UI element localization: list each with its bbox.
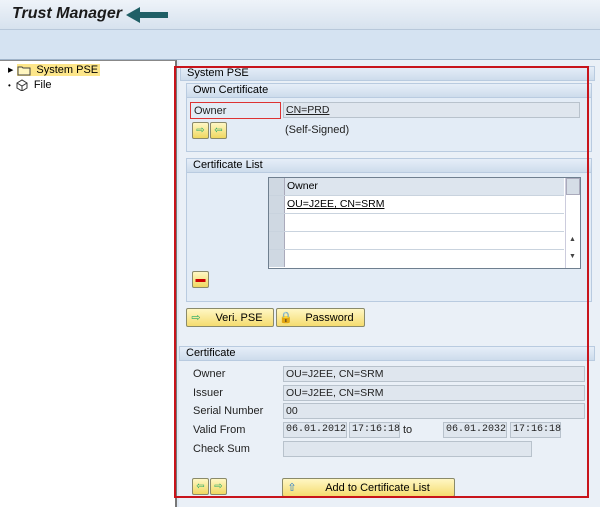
add-to-certificate-list-button[interactable]: ⇧ Add to Certificate List <box>282 478 455 497</box>
valid-to-date-field[interactable]: 06.01.2032 <box>443 422 507 438</box>
arrow-left-icon <box>126 7 168 23</box>
table-header-row: Owner <box>269 178 564 196</box>
import-certificate-icon[interactable]: ⇨ <box>210 478 227 495</box>
vertical-scrollbar[interactable]: ▲ ▼ <box>565 178 580 268</box>
lock-icon: 🔒 <box>279 312 293 324</box>
file-cube-icon <box>16 79 28 91</box>
veri-pse-button[interactable]: ⇨ Veri. PSE <box>186 308 274 327</box>
own-owner-field[interactable]: CN=PRD <box>283 102 580 118</box>
tree-item-file[interactable]: • File <box>8 79 54 91</box>
valid-from-time-field[interactable]: 17:16:18 <box>349 422 400 438</box>
issuer-field[interactable]: OU=J2EE, CN=SRM <box>283 385 585 401</box>
column-header-owner[interactable]: Owner <box>286 178 318 195</box>
valid-from-label: Valid From <box>193 424 246 436</box>
certificate-list-header: Certificate List <box>186 158 592 173</box>
table-row[interactable]: OU=J2EE, CN=SRM <box>269 196 564 214</box>
verify-icon: ⇨ <box>191 312 201 324</box>
system-pse-header: System PSE <box>180 66 595 81</box>
page-title: Trust Manager <box>12 5 122 22</box>
row-selector[interactable] <box>269 250 285 267</box>
table-row[interactable] <box>269 232 564 250</box>
upload-icon: ⇧ <box>287 482 297 494</box>
serial-number-label: Serial Number <box>193 405 264 417</box>
row-selector[interactable] <box>269 232 285 249</box>
cert-owner-label: Owner <box>193 368 226 380</box>
to-label: to <box>403 424 413 436</box>
certificate-table: Owner OU=J2EE, CN=SRM ▲ ▼ <box>268 177 581 269</box>
select-all-cell[interactable] <box>269 178 285 195</box>
cell-owner[interactable]: OU=J2EE, CN=SRM <box>287 198 384 210</box>
import-icon[interactable]: ⇨ <box>192 122 209 139</box>
cert-owner-field[interactable]: OU=J2EE, CN=SRM <box>283 366 585 382</box>
tree-item-label: System PSE <box>36 64 99 76</box>
owner-value: CN=PRD <box>286 104 330 116</box>
password-button[interactable]: 🔒 Password <box>276 308 365 327</box>
valid-to-time-field[interactable]: 17:16:18 <box>510 422 561 438</box>
row-selector[interactable] <box>269 196 285 213</box>
issuer-label: Issuer <box>193 387 223 399</box>
scroll-up-icon[interactable]: ▲ <box>569 236 576 243</box>
folder-icon <box>17 66 31 75</box>
table-row[interactable] <box>269 214 564 232</box>
self-signed-status: (Self-Signed) <box>285 124 350 136</box>
export-icon[interactable]: ⇦ <box>210 122 227 139</box>
tree-item-label: File <box>33 79 52 91</box>
scroll-down-icon[interactable]: ▼ <box>569 253 576 260</box>
check-sum-field[interactable] <box>283 441 532 457</box>
serial-number-field[interactable]: 00 <box>283 403 585 419</box>
navigation-tree: ▶ System PSE • File <box>0 60 177 507</box>
certificate-header: Certificate <box>179 346 595 361</box>
bullet-icon: • <box>8 80 11 90</box>
delete-entry-icon[interactable]: ▬ <box>192 271 209 288</box>
tree-item-system-pse[interactable]: ▶ System PSE <box>8 64 101 76</box>
row-selector[interactable] <box>269 214 285 231</box>
title-bar: Trust Manager <box>0 0 600 30</box>
expand-arrow-icon[interactable]: ▶ <box>8 66 13 74</box>
table-row[interactable] <box>269 250 564 268</box>
toolbar <box>0 30 600 60</box>
valid-from-date-field[interactable]: 06.01.2012 <box>283 422 347 438</box>
owner-label: Owner <box>190 102 281 119</box>
check-sum-label: Check Sum <box>193 443 250 455</box>
own-certificate-header: Own Certificate <box>186 83 592 98</box>
export-certificate-icon[interactable]: ⇦ <box>192 478 209 495</box>
